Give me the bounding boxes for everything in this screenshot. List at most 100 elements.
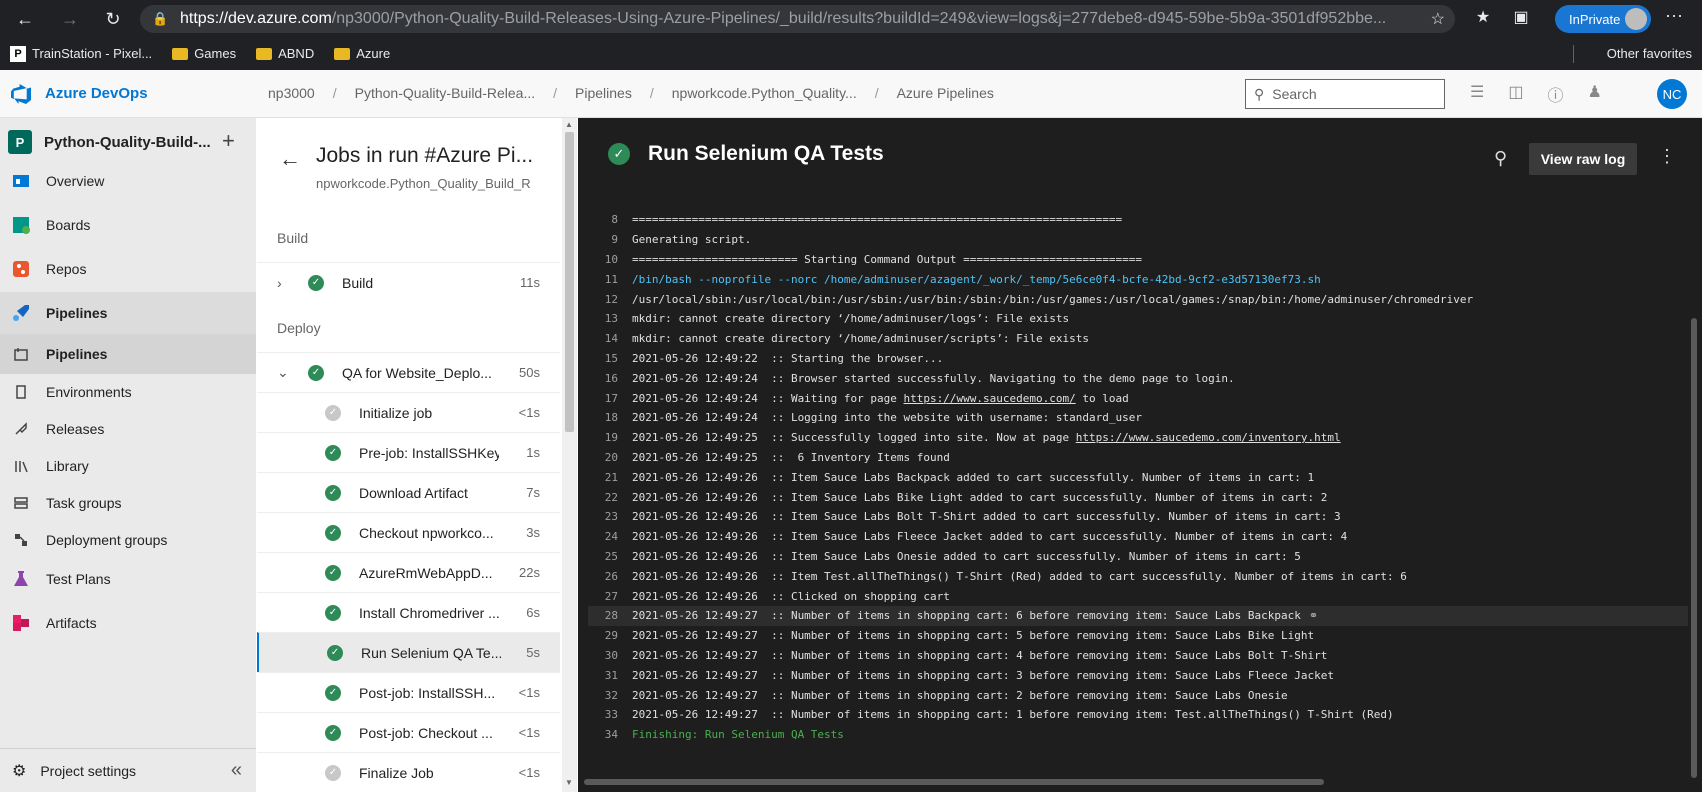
log-link[interactable]: https://www.saucedemo.com/ [904, 392, 1076, 405]
step-row-selected[interactable]: ✓ Run Selenium QA Te... 5s [257, 632, 560, 672]
step-label: AzureRmWebAppD... [359, 564, 493, 581]
browser-menu-icon[interactable]: ··· [1665, 5, 1683, 26]
log-line-number: 26 [604, 569, 618, 583]
jobs-scrollbar[interactable]: ▲ ▼ [562, 118, 577, 792]
azure-devops-logo-icon[interactable] [10, 83, 32, 105]
scroll-thumb[interactable] [565, 132, 574, 432]
sidebar-subitem-deployment-groups[interactable]: Deployment groups [0, 520, 256, 560]
sidebar-item-pipelines[interactable]: Pipelines [0, 292, 256, 334]
bookmark-trainstation[interactable]: P TrainStation - Pixel... [10, 45, 152, 62]
scroll-up-icon[interactable]: ▲ [565, 120, 573, 129]
refresh-icon[interactable]: ↻ [98, 4, 128, 34]
sidebar-subitem-library[interactable]: Library [0, 446, 256, 486]
log-line-text: ========================================… [632, 213, 1123, 227]
copy-link-icon[interactable]: ⚭ [1309, 609, 1318, 622]
log-line-number: 12 [604, 292, 618, 306]
sidebar-item-overview[interactable]: Overview [0, 160, 256, 202]
log-vertical-scrollbar[interactable] [1691, 318, 1697, 778]
step-row[interactable]: ✓ Checkout npworkco... 3s [257, 512, 560, 552]
breadcrumb-org[interactable]: np3000 [268, 85, 315, 101]
bookmark-games[interactable]: Games [172, 46, 236, 61]
flask-icon [10, 568, 32, 590]
step-row[interactable]: ✓ Post-job: InstallSSH... <1s [257, 672, 560, 712]
sidebar-subitem-environments[interactable]: Environments [0, 372, 256, 412]
bookmark-abnd[interactable]: ABND [256, 46, 314, 61]
success-check-icon: ✓ [608, 143, 630, 165]
log-title: Run Selenium QA Tests [648, 142, 884, 165]
user-settings-icon[interactable]: ♟ [1587, 82, 1601, 106]
log-line-text: 2021-05-26 12:49:26 :: Item Sauce Labs B… [632, 470, 1315, 484]
jobs-subtitle: npworkcode.Python_Quality_Build_R [316, 176, 531, 191]
collapse-sidebar-icon[interactable]: « [231, 759, 242, 782]
breadcrumb-pipeline[interactable]: npworkcode.Python_Quality... [672, 85, 857, 101]
chevron-down-icon[interactable]: ⌄ [277, 364, 289, 381]
log-line-tail: to load [1075, 391, 1129, 405]
log-line: 10 ========================= Starting Com… [588, 250, 1688, 270]
step-row[interactable]: ✓ Initialize job <1s [257, 392, 560, 432]
log-line-number: 31 [604, 668, 618, 682]
sidebar-item-test-plans[interactable]: Test Plans [0, 558, 256, 600]
task-list-icon[interactable]: ☰ [1470, 82, 1484, 106]
step-row[interactable]: ✓ AzureRmWebAppD... 22s [257, 552, 560, 592]
sidebar-subitem-task-groups[interactable]: Task groups [0, 483, 256, 523]
sidebar-item-boards[interactable]: Boards [0, 204, 256, 246]
sidebar-item-artifacts[interactable]: Artifacts [0, 602, 256, 644]
breadcrumb-run[interactable]: Azure Pipelines [897, 85, 994, 101]
marketplace-bag-icon[interactable]: ◫ [1508, 82, 1523, 106]
brand-title[interactable]: Azure DevOps [45, 85, 148, 102]
breadcrumb-pipelines[interactable]: Pipelines [575, 85, 632, 101]
back-icon[interactable]: ← [10, 4, 40, 34]
more-options-icon[interactable]: ⋮ [1658, 146, 1676, 167]
project-selector[interactable]: P Python-Quality-Build-... [8, 130, 211, 154]
forward-icon[interactable]: → [55, 4, 85, 34]
sidebar-item-label: Overview [46, 173, 105, 189]
step-row[interactable]: ✓ Finalize Job <1s [257, 752, 560, 792]
other-favorites[interactable]: Other favorites [1607, 46, 1692, 61]
breadcrumb-project[interactable]: Python-Quality-Build-Relea... [355, 85, 536, 101]
jobs-panel: ← Jobs in run #Azure Pi... npworkcode.Py… [257, 118, 577, 792]
step-label: Run Selenium QA Te... [361, 644, 501, 661]
step-row[interactable]: ✓ Post-job: Checkout ... <1s [257, 712, 560, 752]
add-icon[interactable]: + [222, 128, 235, 154]
sidebar-item-repos[interactable]: Repos [0, 248, 256, 290]
avatar[interactable]: NC [1657, 79, 1687, 109]
view-raw-log-button[interactable]: View raw log [1529, 143, 1637, 175]
project-settings[interactable]: ⚙ Project settings « [0, 748, 256, 792]
step-row[interactable]: ✓ Download Artifact 7s [257, 472, 560, 512]
sidebar-item-label: Deployment groups [46, 532, 168, 548]
log-line-text: 2021-05-26 12:49:25 :: 6 Inventory Items… [632, 450, 950, 464]
job-row-build[interactable]: › ✓ Build 11s [257, 262, 560, 302]
job-row-qa[interactable]: ⌄ ✓ QA for Website_Deplo... 50s [257, 352, 560, 392]
step-row[interactable]: ✓ Install Chromedriver ... 6s [257, 592, 560, 632]
search-icon: ⚲ [1254, 85, 1265, 102]
sidebar-subitem-releases[interactable]: Releases [0, 409, 256, 449]
inprivate-badge[interactable]: InPrivate [1555, 5, 1651, 33]
inprivate-label: InPrivate [1569, 11, 1621, 27]
log-link[interactable]: https://www.saucedemo.com/inventory.html [1076, 431, 1341, 444]
search-input[interactable]: ⚲ Search [1245, 79, 1445, 109]
ado-header: Azure DevOps np3000 / Python-Quality-Buil… [0, 70, 1702, 118]
step-row[interactable]: ✓ Pre-job: InstallSSHKey 1s [257, 432, 560, 472]
sidebar-item-label: Boards [46, 217, 91, 233]
help-icon[interactable]: ⓘ [1547, 82, 1563, 106]
log-line: 13 mkdir: cannot create directory ‘/home/… [588, 309, 1688, 329]
chevron-right-icon[interactable]: › [277, 275, 282, 291]
collections-icon[interactable]: ▣ [1508, 4, 1534, 30]
step-duration: <1s [518, 685, 540, 700]
back-arrow-icon[interactable]: ← [279, 146, 301, 172]
sidebar-subitem-pipelines[interactable]: Pipelines [0, 334, 256, 374]
boards-icon [10, 214, 32, 236]
folder-icon [334, 47, 351, 60]
address-bar[interactable]: 🔒 https://dev.azure.com/np3000/Python-Qu… [140, 5, 1455, 33]
sidebar-item-label: Library [46, 458, 89, 474]
bookmark-azure[interactable]: Azure [334, 46, 390, 61]
step-duration: 6s [526, 605, 540, 620]
favorite-star-icon[interactable]: ☆ [1431, 9, 1445, 29]
search-icon[interactable]: ⚲ [1494, 148, 1507, 169]
log-line-number: 18 [604, 411, 618, 425]
log-line-number: 27 [604, 589, 618, 603]
log-horizontal-scrollbar[interactable] [584, 779, 1324, 785]
scroll-down-icon[interactable]: ▼ [565, 778, 573, 787]
log-line: 29 2021-05-26 12:49:27 :: Number of items… [588, 626, 1688, 646]
favorites-icon[interactable]: ★ [1470, 4, 1496, 30]
